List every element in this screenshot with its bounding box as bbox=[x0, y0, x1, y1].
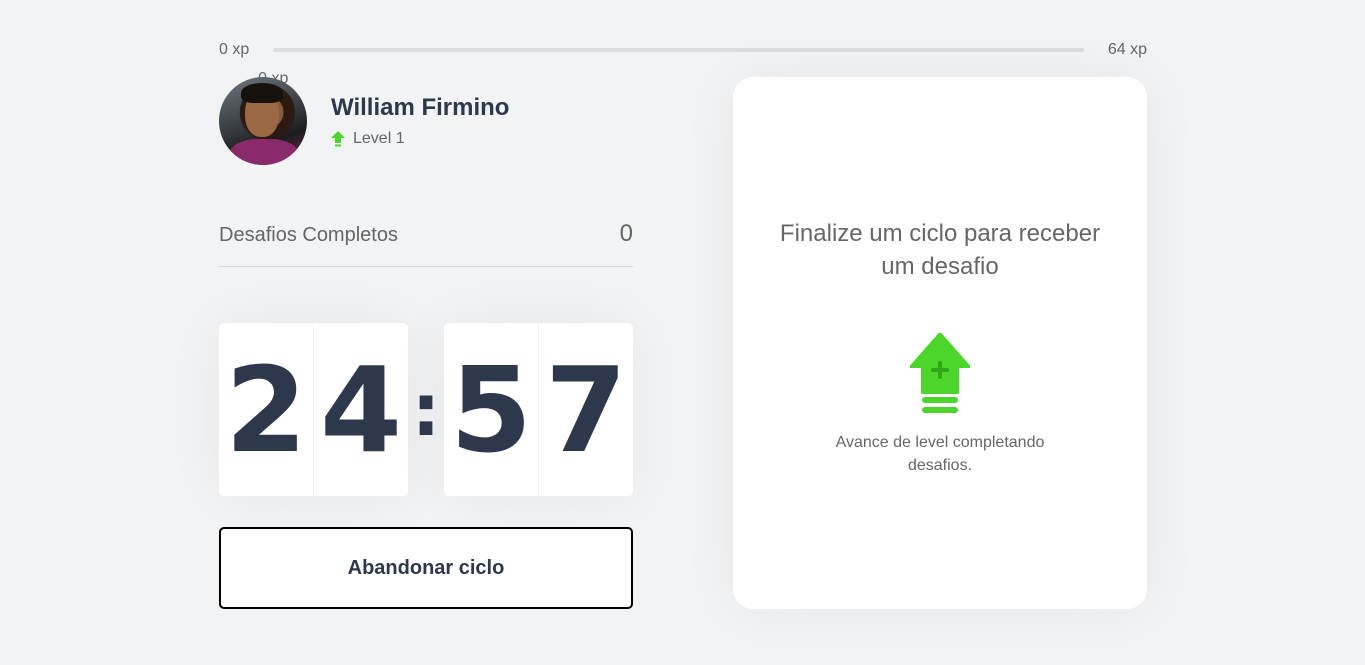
xp-progress-track: 0 xp bbox=[258, 48, 1084, 87]
level-up-icon bbox=[910, 333, 970, 413]
level-up-arrow-icon bbox=[331, 131, 345, 147]
xp-min-label: 0 xp bbox=[219, 41, 250, 58]
profile-level: Level 1 bbox=[331, 130, 509, 148]
completed-challenges-count: 0 bbox=[619, 220, 633, 247]
challenge-box-description: Avance de level completando desafios. bbox=[835, 434, 1045, 474]
challenge-box: Finalize um ciclo para receber um desafi… bbox=[733, 77, 1147, 609]
abandon-cycle-button[interactable]: Abandonar ciclo bbox=[219, 527, 633, 609]
profile-name: William Firmino bbox=[331, 94, 510, 121]
challenge-box-title: Finalize um ciclo para receber um desafi… bbox=[779, 220, 1101, 280]
xp-max-label: 64 xp bbox=[1107, 41, 1147, 58]
seconds-display: 5 7 bbox=[444, 323, 633, 496]
minutes-display: 2 4 bbox=[219, 323, 408, 496]
minute-digit-left: 2 bbox=[224, 340, 308, 479]
minute-digit-right: 4 bbox=[313, 323, 408, 496]
app: 0 xp 0 xp 64 xp William Firmino Level 1 … bbox=[0, 0, 1365, 665]
profile: William Firmino Level 1 bbox=[219, 77, 509, 165]
second-digit-right: 7 bbox=[538, 323, 633, 496]
profile-info: William Firmino Level 1 bbox=[331, 94, 509, 148]
countdown-separator: : bbox=[411, 367, 441, 452]
experience-bar: 0 xp 0 xp 64 xp bbox=[219, 38, 1147, 87]
level-label: Level 1 bbox=[353, 130, 405, 147]
avatar bbox=[219, 77, 307, 165]
second-digit-left: 5 bbox=[449, 340, 533, 479]
countdown-timer: 2 4 : 5 7 bbox=[219, 323, 633, 496]
completed-challenges-label: Desafios Completos bbox=[219, 224, 398, 246]
completed-challenges: Desafios Completos 0 bbox=[219, 220, 633, 267]
